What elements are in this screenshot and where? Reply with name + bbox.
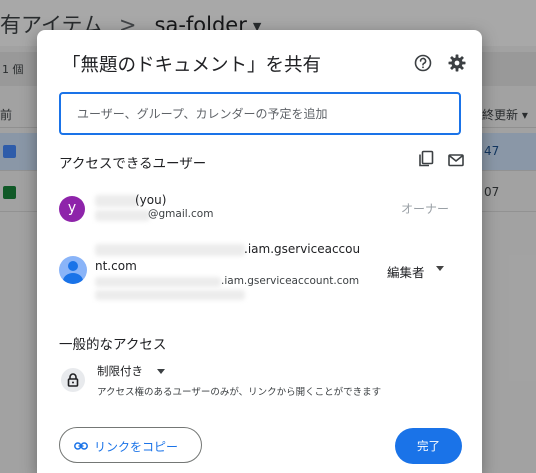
add-people-input[interactable] (59, 92, 461, 135)
copy-icon[interactable] (417, 150, 435, 168)
chevron-down-icon[interactable] (436, 266, 444, 271)
redacted-name (95, 244, 245, 256)
access-restriction-dropdown[interactable]: 制限付き (97, 363, 143, 379)
help-icon[interactable] (413, 53, 433, 73)
avatar: y (59, 196, 85, 222)
person-row-owner: y (you) @gmail.com オーナー (37, 192, 482, 236)
redacted-text (95, 290, 245, 300)
person-name-line2: nt.com (95, 259, 137, 273)
access-description: アクセス権のあるユーザーのみが、リンクから開くことができます (97, 387, 382, 398)
person-avatar-icon (59, 256, 87, 284)
role-owner-label: オーナー (401, 202, 450, 216)
share-dialog: 「無題のドキュメント」を共有 アクセスできるユーザー y (you) (37, 30, 482, 473)
person-name-line1: .iam.gserviceaccou (244, 242, 361, 256)
email-icon[interactable] (447, 151, 465, 169)
person-email: .iam.gserviceaccount.com (221, 275, 360, 287)
chevron-down-icon[interactable] (157, 369, 165, 374)
gear-icon[interactable] (447, 53, 467, 73)
lock-icon (61, 368, 85, 392)
done-button[interactable]: 完了 (395, 428, 462, 464)
redacted-email (95, 277, 221, 287)
person-email: @gmail.com (148, 208, 214, 220)
person-name-suffix: (you) (135, 193, 167, 207)
dialog-title: 「無題のドキュメント」を共有 (62, 55, 322, 76)
role-dropdown[interactable]: 編集者 (387, 262, 425, 281)
copy-link-button[interactable]: リンクをコピー (59, 427, 202, 463)
copy-link-label: リンクをコピー (94, 440, 179, 454)
link-icon (74, 442, 88, 450)
access-section-title: アクセスできるユーザー (59, 156, 207, 172)
general-access-title: 一般的なアクセス (59, 337, 167, 353)
person-row-editor: .iam.gserviceaccou nt.com .iam.gservicea… (37, 240, 482, 306)
redacted-name (95, 195, 139, 207)
redacted-email (95, 210, 150, 221)
